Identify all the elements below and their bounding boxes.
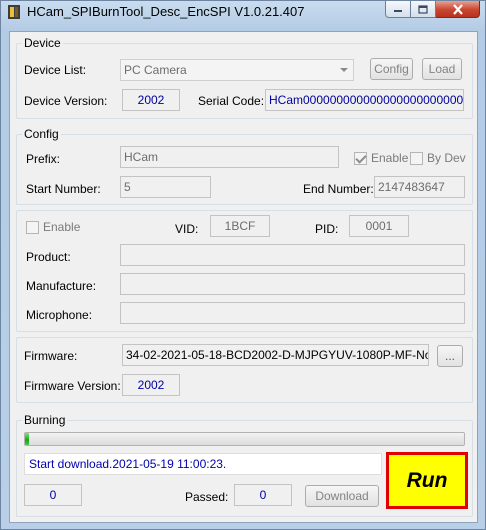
serial-code-field: HCam00000000000000000000000000000001 [265,89,464,111]
window-title: HCam_SPIBurnTool_Desc_EncSPI V1.0.21.407 [27,4,305,19]
start-number-label: Start Number: [26,182,101,196]
status-message: Start download.2021-05-19 11:00:23. [24,453,382,475]
minimize-icon [394,10,402,12]
by-dev-box-icon [410,151,423,165]
enable-check-icon [354,151,367,165]
firmware-path-field[interactable]: 34-02-2021-05-18-BCD2002-D-MJPGYUV-1080P… [122,344,429,366]
end-number-label: End Number: [303,182,374,196]
title-bar[interactable]: HCam_SPIBurnTool_Desc_EncSPI V1.0.21.407 [1,1,485,23]
count-field: 0 [24,484,82,506]
start-number-field[interactable]: 5 [120,176,211,198]
pid-label: PID: [315,222,339,236]
device-version-field: 2002 [122,89,180,111]
pid-field[interactable]: 0001 [349,215,409,237]
device-list-label: Device List: [24,63,87,77]
window-controls [385,1,480,19]
microphone-field[interactable] [120,302,465,324]
prefix-enable-label: Enable [371,151,409,165]
close-button[interactable] [436,1,480,18]
descriptor-enable-checkbox[interactable]: Enable [26,220,80,234]
firmware-label: Firmware: [24,349,78,363]
burning-group-title: Burning [22,413,68,427]
close-icon [452,3,463,15]
product-field[interactable] [120,244,465,266]
vid-field[interactable]: 1BCF [210,215,270,237]
serial-code-label: Serial Code: [198,94,265,108]
run-button[interactable]: Run [386,452,468,509]
manufacture-field[interactable] [120,273,465,295]
chevron-down-icon [340,68,348,72]
maximize-button[interactable] [411,1,436,18]
product-label: Product: [26,250,71,264]
device-group-title: Device [22,36,63,50]
device-version-label: Device Version: [24,94,108,108]
descriptor-enable-label: Enable [43,220,81,234]
prefix-field[interactable]: HCam [120,146,339,168]
by-dev-label: By Dev [427,151,466,165]
firmware-version-label: Firmware Version: [24,379,121,393]
passed-field: 0 [234,484,292,506]
app-icon [8,5,20,19]
passed-label: Passed: [185,490,229,504]
burn-progress-bar [24,432,465,446]
browse-firmware-button[interactable]: ... [437,345,463,367]
prefix-label: Prefix: [26,152,61,166]
load-button[interactable]: Load [422,58,462,80]
device-list-select[interactable]: PC Camera [120,59,354,81]
maximize-icon [418,4,428,14]
microphone-label: Microphone: [26,308,93,322]
by-dev-checkbox[interactable]: By Dev [410,151,466,165]
prefix-enable-checkbox[interactable]: Enable [354,151,408,165]
descriptor-enable-box-icon [26,220,39,234]
end-number-field[interactable]: 2147483647 [374,176,465,198]
download-button[interactable]: Download [305,485,379,507]
app-window: HCam_SPIBurnTool_Desc_EncSPI V1.0.21.407 [0,0,486,530]
device-list-value: PC Camera [124,63,187,77]
client-area: Device Device List: PC Camera Config Loa… [9,31,478,523]
minimize-button[interactable] [385,1,411,18]
burn-progress-fill [25,433,30,445]
firmware-version-field: 2002 [122,374,180,396]
vid-label: VID: [175,222,199,236]
config-button[interactable]: Config [370,58,413,80]
manufacture-label: Manufacture: [26,279,97,293]
config-group-title: Config [22,127,61,141]
